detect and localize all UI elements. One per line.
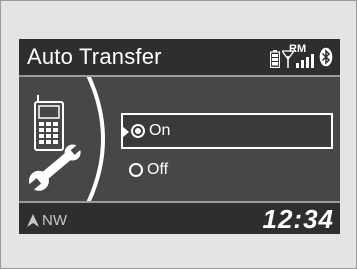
compass-arrow-icon	[27, 214, 39, 227]
display-screen: Auto Transfer RM On Off NW 12:34	[19, 39, 340, 234]
status-bar: NW 12:34	[19, 201, 340, 234]
option-off-label: Off	[147, 161, 169, 178]
phone-settings-panel	[19, 72, 129, 206]
radio-off-icon	[129, 163, 143, 177]
option-on[interactable]: On	[121, 113, 333, 149]
roaming-label: RM	[289, 43, 307, 55]
phone-battery-icon	[270, 50, 280, 68]
compass-direction: NW	[42, 212, 67, 229]
phone-settings-icon	[25, 72, 105, 206]
title-bar: Auto Transfer RM	[19, 39, 340, 77]
screen-title: Auto Transfer	[27, 44, 162, 69]
option-on-label: On	[149, 122, 171, 139]
option-off[interactable]: Off	[121, 153, 321, 187]
manual-figure-frame: Auto Transfer RM On Off NW 12:34	[0, 0, 357, 269]
status-area: RM	[256, 44, 336, 72]
clock: 12:34	[262, 204, 334, 234]
bluetooth-icon	[319, 47, 333, 67]
selection-pointer-icon	[122, 126, 129, 138]
compass-indicator: NW	[27, 212, 67, 229]
radio-on-icon	[131, 124, 145, 138]
